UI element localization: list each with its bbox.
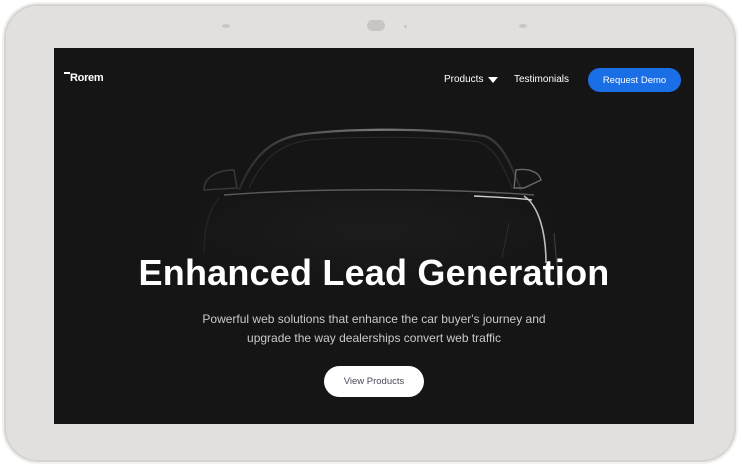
hero-subtitle-line-2: upgrade the way dealerships convert web …: [247, 331, 501, 345]
front-camera: [367, 20, 385, 31]
left-sensor: [222, 24, 230, 28]
caret-down-icon: [488, 76, 499, 83]
request-demo-button[interactable]: Request Demo: [588, 68, 681, 92]
nav-products-label: Products: [444, 74, 484, 85]
view-products-button[interactable]: View Products: [324, 366, 424, 397]
hero-subtitle-line-1: Powerful web solutions that enhance the …: [202, 312, 546, 326]
brand-logo[interactable]: Rorem: [64, 72, 104, 84]
website-screen: Rorem Products Testimonials Request Demo…: [54, 48, 694, 424]
right-sensor: [519, 24, 527, 28]
nav-testimonials-link[interactable]: Testimonials: [514, 74, 569, 85]
center-dot-sensor: [404, 25, 407, 28]
nav-products-dropdown[interactable]: Products: [444, 74, 499, 85]
hero-subtitle: Powerful web solutions that enhance the …: [174, 310, 574, 348]
logo-text: Rorem: [70, 72, 104, 84]
hero-title: Enhanced Lead Generation: [138, 252, 610, 293]
